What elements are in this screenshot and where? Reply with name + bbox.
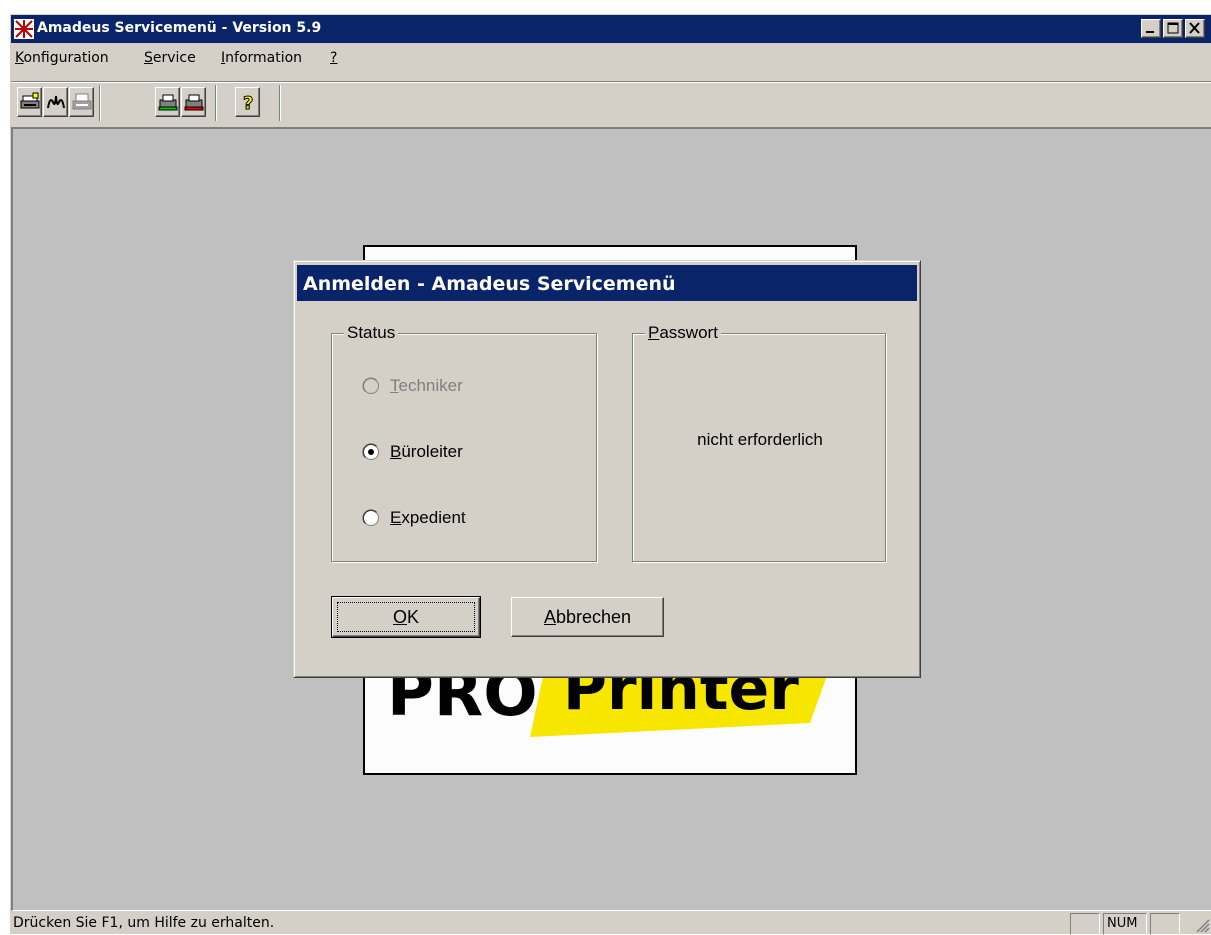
menu-label-rest: ervice: [152, 50, 196, 66]
status-pane-caps: [1070, 913, 1100, 935]
radio-circle-checked-icon: [362, 443, 379, 460]
help-icon: ?: [243, 93, 254, 113]
menu-service[interactable]: Service: [144, 50, 196, 66]
status-bar: Drücken Sie F1, um Hilfe zu erhalten. NU…: [11, 913, 1211, 935]
menu-information[interactable]: Information: [221, 50, 302, 66]
cancel-button[interactable]: Abbrechen: [511, 597, 664, 637]
toolbar-separator: [215, 85, 217, 121]
password-group-label: Passwort: [645, 323, 721, 343]
toolbar-separator: [99, 85, 101, 121]
radio-expedient-label: Expedient: [390, 508, 466, 527]
status-pane-scroll: [1150, 913, 1180, 935]
status-group: Status Techniker Büroleiter Expedient: [331, 323, 597, 562]
maximize-icon: [1167, 22, 1179, 34]
toolbar-button-network[interactable]: [43, 87, 68, 117]
ok-button[interactable]: OK: [331, 596, 481, 638]
radio-circle-icon: [362, 377, 379, 394]
focus-rect: [337, 602, 475, 632]
menu-konfiguration[interactable]: Konfiguration: [15, 50, 109, 66]
status-group-label: Status: [344, 323, 399, 343]
menu-mnemonic: S: [144, 50, 153, 66]
menu-label-rest: nformation: [225, 50, 303, 66]
app-icon: [14, 19, 34, 39]
toolbar: ?: [15, 83, 1210, 123]
network-connect-icon: [47, 95, 65, 109]
menu-help-label: ?: [330, 50, 338, 66]
toolbar-button-printer-configure[interactable]: [17, 87, 42, 117]
title-bar[interactable]: Amadeus Servicemenü - Version 5.9: [11, 15, 1211, 43]
password-group: Passwort nicht erforderlich: [632, 323, 886, 562]
radio-bueroleiter[interactable]: Büroleiter: [362, 442, 463, 462]
close-icon: [1189, 22, 1200, 34]
login-dialog: Anmelden - Amadeus Servicemenü Status Te…: [293, 260, 921, 678]
status-text: Drücken Sie F1, um Hilfe zu erhalten.: [13, 915, 275, 931]
print-icon: [72, 93, 92, 110]
dialog-title-bar[interactable]: Anmelden - Amadeus Servicemenü: [297, 265, 917, 301]
printer-configure-icon: [20, 92, 40, 109]
radio-techniker-label: Techniker: [390, 376, 463, 395]
dialog-title: Anmelden - Amadeus Servicemenü: [303, 273, 676, 295]
radio-circle-icon: [362, 509, 379, 526]
menu-bar: Konfiguration Service Information ?: [11, 46, 1211, 70]
cancel-button-label: Abbrechen: [543, 606, 632, 627]
maximize-button[interactable]: [1163, 19, 1183, 38]
toolbar-button-help[interactable]: ?: [235, 87, 260, 117]
toolbar-button-service-green[interactable]: [155, 87, 180, 117]
menu-help[interactable]: ?: [330, 50, 337, 66]
service-green-icon: [158, 94, 178, 111]
radio-techniker[interactable]: Techniker: [362, 376, 463, 396]
resize-grip-icon[interactable]: [1194, 917, 1210, 933]
service-red-icon: [184, 94, 204, 111]
toolbar-button-print[interactable]: [69, 87, 94, 117]
status-pane-num: NUM: [1103, 913, 1147, 935]
radio-expedient[interactable]: Expedient: [362, 508, 466, 528]
toolbar-button-service-red[interactable]: [181, 87, 206, 117]
window-title: Amadeus Servicemenü - Version 5.9: [37, 20, 322, 36]
password-not-required-text: nicht erforderlich: [697, 430, 823, 449]
toolbar-separator: [279, 85, 281, 121]
radio-bueroleiter-label: Büroleiter: [390, 442, 463, 461]
minimize-icon: [1146, 31, 1154, 33]
minimize-button[interactable]: [1141, 19, 1161, 38]
menu-label-rest: onfiguration: [23, 50, 109, 66]
svg-text:?: ?: [243, 93, 253, 112]
close-button[interactable]: [1185, 19, 1205, 38]
